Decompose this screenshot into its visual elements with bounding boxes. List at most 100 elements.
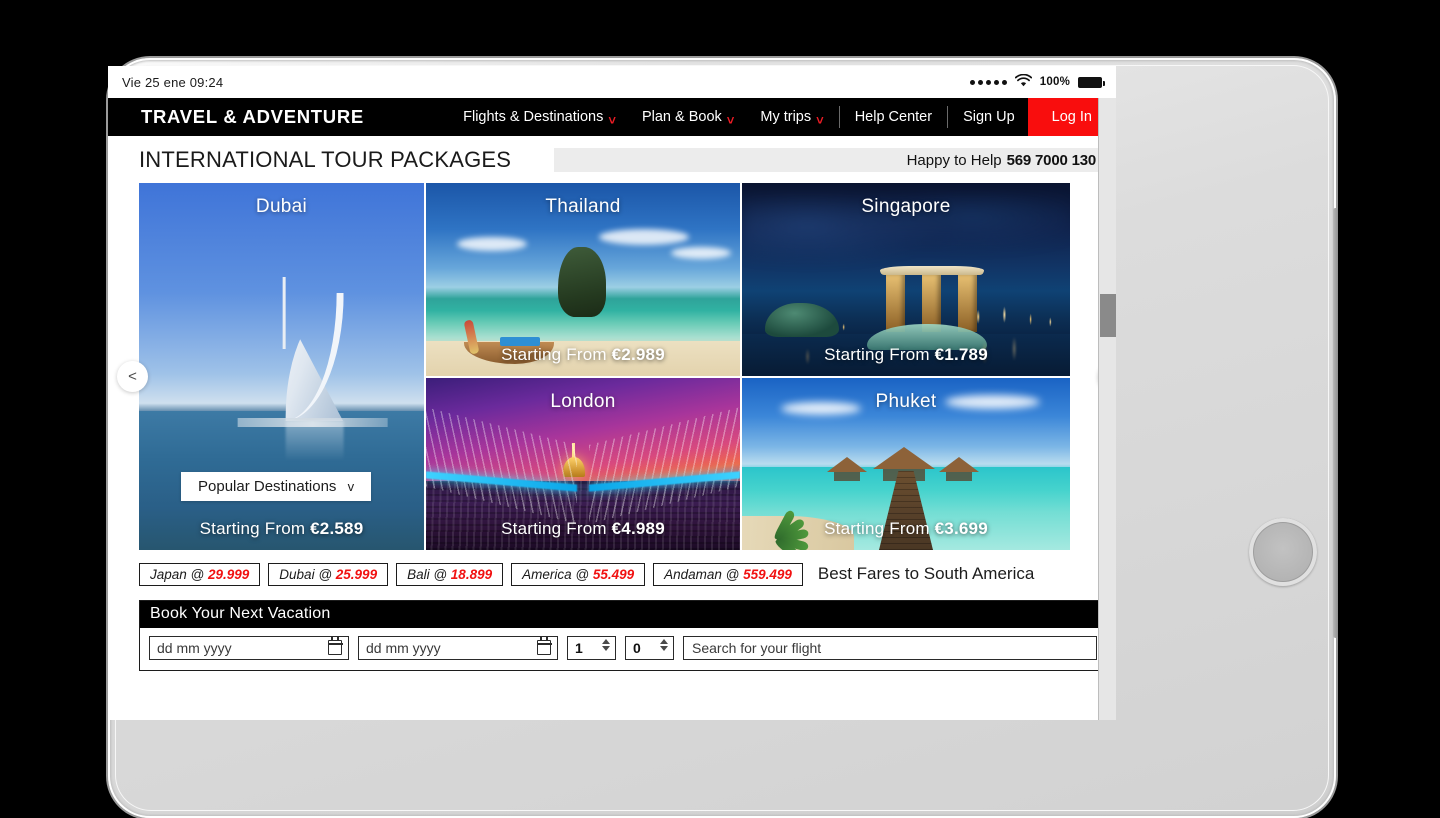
nav-item-my-trips[interactable]: My trips ˅ xyxy=(747,98,836,136)
help-label: Happy to Help xyxy=(907,152,1002,169)
site-logo[interactable]: TRAVEL & ADVENTURE xyxy=(108,106,364,128)
calendar-icon[interactable] xyxy=(537,640,551,655)
best-fares-note: Best Fares to South America xyxy=(818,564,1034,584)
page-title: INTERNATIONAL TOUR PACKAGES xyxy=(108,147,511,173)
price-prefix: Starting From xyxy=(501,345,607,364)
card-price: Starting From €2.589 xyxy=(139,519,424,539)
page-scrollbar-thumb[interactable] xyxy=(1100,294,1116,337)
adults-spinner[interactable] xyxy=(602,639,610,651)
flight-search-placeholder: Search for your flight xyxy=(692,640,821,656)
fare-place: Dubai @ xyxy=(279,567,335,582)
booking-form: dd mm yyyy dd mm yyyy 1 0 Search for you… xyxy=(140,628,1106,670)
return-date-input[interactable]: dd mm yyyy xyxy=(358,636,558,660)
popular-destinations-dropdown[interactable]: Popular Destinations v xyxy=(181,472,371,501)
chevron-down-icon: ˅ xyxy=(816,114,824,127)
destination-card-singapore[interactable]: Singapore Starting From €1.789 xyxy=(742,183,1070,376)
marina-bay-sands-icon xyxy=(886,266,978,332)
card-title: Phuket xyxy=(742,391,1070,413)
price-value: €1.789 xyxy=(935,345,988,364)
nav-divider xyxy=(947,106,948,128)
price-value: €2.989 xyxy=(612,345,665,364)
fare-place: Bali @ xyxy=(407,567,451,582)
card-title: Singapore xyxy=(742,196,1070,218)
price-prefix: Starting From xyxy=(501,519,607,538)
card-title: Dubai xyxy=(139,196,424,218)
palm-tree-icon xyxy=(749,482,819,550)
calendar-icon[interactable] xyxy=(328,640,342,655)
children-value: 0 xyxy=(633,640,641,656)
carousel-prev-button[interactable]: < xyxy=(117,361,148,392)
nav-label: Plan & Book xyxy=(642,109,722,125)
help-banner: Happy to Help 569 7000 130 xyxy=(554,148,1107,172)
nav-item-help-center[interactable]: Help Center xyxy=(842,98,945,136)
status-indicators: 100% xyxy=(970,74,1102,90)
card-price: Starting From €4.989 xyxy=(426,519,740,539)
wifi-icon xyxy=(1015,74,1032,90)
nav-item-sign-up[interactable]: Sign Up xyxy=(950,98,1028,136)
chevron-down-icon: ˅ xyxy=(727,114,735,127)
fare-amount: 18.899 xyxy=(451,567,492,582)
limestone-rock-icon xyxy=(558,247,606,317)
price-prefix: Starting From xyxy=(824,345,930,364)
home-button[interactable] xyxy=(1249,518,1317,586)
top-navigation-bar: TRAVEL & ADVENTURE Flights & Destination… xyxy=(108,98,1116,136)
tablet-side-edge xyxy=(1333,208,1338,638)
booking-panel: Book Your Next Vacation dd mm yyyy dd mm… xyxy=(139,600,1107,671)
status-bar: Vie 25 ene 09:24 100% xyxy=(108,66,1116,98)
adults-stepper[interactable]: 1 xyxy=(567,636,616,660)
chevron-down-icon: ˅ xyxy=(608,114,616,127)
destination-carousel: Dubai Starting From €2.589 xyxy=(139,183,1107,548)
price-prefix: Starting From xyxy=(824,519,930,538)
nav-divider xyxy=(839,106,840,128)
fare-chip-dubai[interactable]: Dubai @ 25.999 xyxy=(268,563,388,586)
fare-chip-japan[interactable]: Japan @ 29.999 xyxy=(139,563,260,586)
battery-percent: 100% xyxy=(1040,76,1070,88)
signal-dots-icon xyxy=(970,80,1007,85)
chevron-down-icon: v xyxy=(348,479,355,494)
fare-chip-andaman[interactable]: Andaman @ 559.499 xyxy=(653,563,803,586)
depart-date-input[interactable]: dd mm yyyy xyxy=(149,636,349,660)
fare-amount: 55.499 xyxy=(593,567,634,582)
card-title: Thailand xyxy=(426,196,740,218)
fare-chip-bali[interactable]: Bali @ 18.899 xyxy=(396,563,503,586)
fare-place: Andaman @ xyxy=(664,567,743,582)
nav-links: Flights & Destinations ˅ Plan & Book ˅ M… xyxy=(450,98,1116,136)
fare-place: Japan @ xyxy=(150,567,208,582)
popular-destinations-label: Popular Destinations xyxy=(198,478,336,495)
page-header-row: INTERNATIONAL TOUR PACKAGES Happy to Hel… xyxy=(108,136,1116,180)
page-scrollbar-track[interactable] xyxy=(1098,98,1116,720)
card-price: Starting From €3.699 xyxy=(742,519,1070,539)
destination-card-thailand[interactable]: Thailand Starting From €2.989 xyxy=(426,183,740,376)
nav-item-flights-destinations[interactable]: Flights & Destinations ˅ xyxy=(450,98,629,136)
nav-label: Flights & Destinations xyxy=(463,109,603,125)
fare-place: America @ xyxy=(522,567,593,582)
destination-card-phuket[interactable]: Phuket Starting From €3.699 xyxy=(742,378,1070,550)
price-value: €2.589 xyxy=(310,519,363,538)
card-title: London xyxy=(426,391,740,413)
fare-amount: 559.499 xyxy=(743,567,792,582)
fare-chips-row: Japan @ 29.999 Dubai @ 25.999 Bali @ 18.… xyxy=(139,561,1107,587)
nav-label: My trips xyxy=(760,109,811,125)
overwater-villa-icon xyxy=(827,457,867,481)
children-spinner[interactable] xyxy=(660,639,668,651)
children-stepper[interactable]: 0 xyxy=(625,636,674,660)
price-prefix: Starting From xyxy=(200,519,306,538)
booking-heading: Book Your Next Vacation xyxy=(140,601,1106,628)
destination-card-london[interactable]: London Starting From €4.989 xyxy=(426,378,740,550)
return-date-placeholder: dd mm yyyy xyxy=(366,640,441,656)
battery-icon xyxy=(1078,77,1102,88)
tablet-screen: Vie 25 ene 09:24 100% TRAVEL & ADVENTURE… xyxy=(108,66,1116,720)
burj-al-arab-icon xyxy=(271,293,345,421)
nav-item-plan-book[interactable]: Plan & Book ˅ xyxy=(629,98,747,136)
status-date-time: Vie 25 ene 09:24 xyxy=(122,75,223,90)
price-value: €3.699 xyxy=(935,519,988,538)
card-price: Starting From €1.789 xyxy=(742,345,1070,365)
help-phone-number[interactable]: 569 7000 130 xyxy=(1007,152,1096,169)
overwater-villa-icon xyxy=(939,457,979,481)
fare-amount: 25.999 xyxy=(336,567,377,582)
depart-date-placeholder: dd mm yyyy xyxy=(157,640,232,656)
fare-chip-america[interactable]: America @ 55.499 xyxy=(511,563,645,586)
card-price: Starting From €2.989 xyxy=(426,345,740,365)
adults-value: 1 xyxy=(575,640,583,656)
flight-search-input[interactable]: Search for your flight xyxy=(683,636,1097,660)
